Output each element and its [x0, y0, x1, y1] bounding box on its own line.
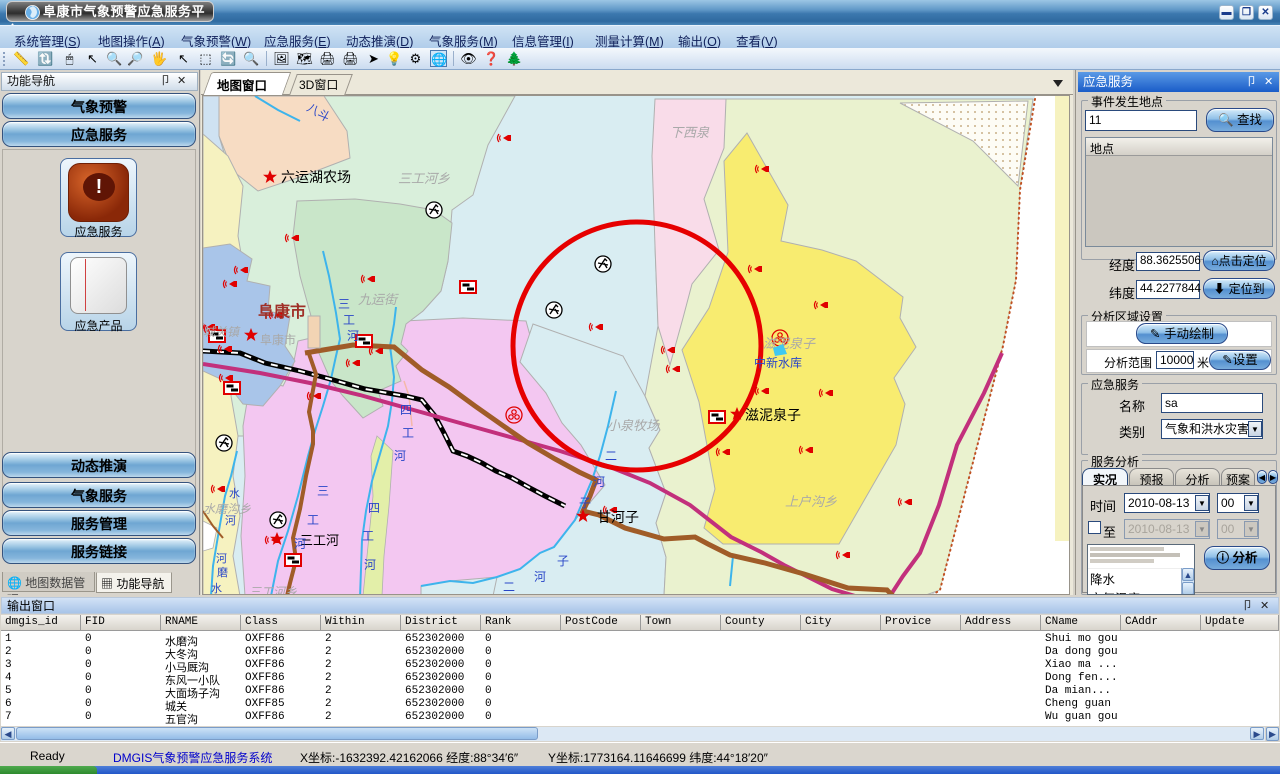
svg-text:下西泉: 下西泉	[670, 125, 710, 140]
svg-text:子: 子	[579, 496, 591, 510]
svg-text:河: 河	[294, 537, 306, 551]
svg-text:工: 工	[307, 513, 319, 527]
svg-text:工: 工	[343, 313, 355, 327]
svg-text:九运街: 九运街	[358, 292, 399, 307]
svg-text:子: 子	[557, 554, 569, 568]
svg-text:磨: 磨	[217, 566, 228, 579]
svg-text:河: 河	[347, 329, 359, 343]
svg-text:三工河乡: 三工河乡	[249, 585, 297, 595]
svg-text:小泉牧场: 小泉牧场	[607, 418, 660, 433]
svg-text:阜康市: 阜康市	[260, 332, 296, 347]
svg-text:甘河子: 甘河子	[597, 509, 639, 525]
svg-text:河: 河	[593, 475, 605, 489]
svg-text:三: 三	[338, 297, 350, 311]
svg-text:河: 河	[394, 449, 406, 463]
svg-text:河: 河	[216, 552, 227, 565]
svg-text:滋泥泉子: 滋泥泉子	[763, 336, 816, 351]
svg-text:河: 河	[534, 570, 546, 584]
svg-text:二: 二	[503, 580, 515, 594]
svg-text:二: 二	[605, 449, 617, 463]
svg-text:六运湖农场: 六运湖农场	[281, 169, 351, 185]
svg-text:四: 四	[400, 403, 412, 417]
svg-text:河: 河	[364, 558, 376, 572]
svg-text:中新水库: 中新水库	[754, 355, 802, 370]
svg-text:水: 水	[229, 487, 240, 500]
svg-text:三工河乡: 三工河乡	[398, 171, 450, 186]
svg-text:河: 河	[225, 514, 236, 527]
svg-text:城关镇: 城关镇	[203, 325, 241, 339]
svg-text:滋泥泉子: 滋泥泉子	[745, 407, 801, 423]
svg-text:阜康市: 阜康市	[258, 302, 306, 321]
svg-text:三: 三	[317, 484, 329, 498]
svg-text:工: 工	[362, 529, 374, 543]
svg-text:水磨沟乡: 水磨沟乡	[203, 502, 251, 516]
svg-text:上户沟乡: 上户沟乡	[785, 494, 837, 509]
svg-text:水: 水	[211, 582, 222, 595]
svg-text:工: 工	[402, 426, 414, 440]
svg-text:四: 四	[368, 501, 380, 515]
